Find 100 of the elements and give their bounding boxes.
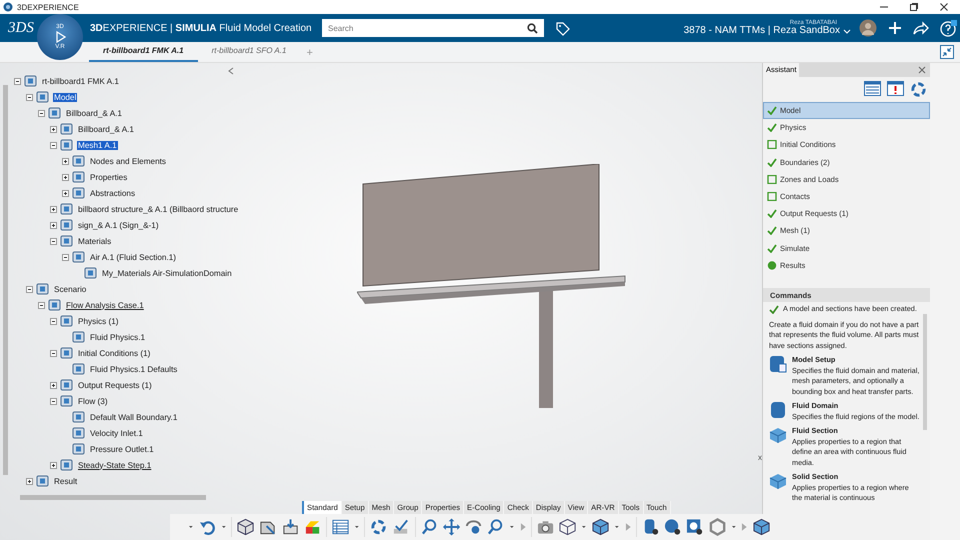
collapse-toggle[interactable] — [14, 78, 22, 84]
gear-icon[interactable] — [686, 518, 704, 536]
check-icon — [767, 158, 777, 167]
database-icon[interactable] — [642, 518, 660, 536]
expand-toggle[interactable] — [50, 206, 58, 212]
node-icon — [72, 427, 85, 439]
zoom-icon[interactable] — [420, 518, 438, 536]
window-title: 3DEXPERIENCE — [17, 2, 79, 12]
expand-toggle[interactable] — [62, 190, 70, 196]
tree-item[interactable]: Fluid Physics.1 Defaults — [89, 364, 178, 374]
search-icon[interactable] — [527, 23, 538, 34]
container-icon[interactable] — [769, 401, 787, 419]
warning-icon[interactable] — [887, 81, 904, 96]
document-tab[interactable]: rt-billboard1 SFO A.1 — [198, 46, 300, 62]
tree-item[interactable]: billbaord structure_& A.1 (Billbaord structure — [77, 204, 240, 214]
tree-item[interactable]: Nodes and Elements — [89, 156, 168, 166]
tree-item[interactable]: Physics (1) — [77, 316, 120, 326]
help-icon[interactable] — [940, 20, 957, 36]
scrollbar[interactable] — [20, 495, 206, 500]
dot-icon — [767, 260, 777, 270]
workspace-selector[interactable]: 3878 - NAM TTMs | Reza SandBox — [684, 26, 851, 36]
check-icon[interactable] — [392, 518, 410, 536]
tree-item[interactable]: Properties — [89, 172, 128, 182]
expand-toggle[interactable] — [62, 174, 70, 180]
tree-item[interactable]: Fluid Physics.1 — [89, 332, 146, 342]
maximize-icon[interactable] — [909, 2, 919, 12]
shaded-cube-icon[interactable] — [592, 518, 610, 536]
tree-item[interactable]: Abstractions — [89, 188, 136, 198]
expand-toggle[interactable] — [50, 222, 58, 228]
node-icon — [60, 235, 73, 247]
tree-item[interactable]: sign_& A.1 (Sign_&-1) — [77, 220, 160, 230]
expand-toggle[interactable] — [50, 382, 58, 388]
expand-toggle[interactable] — [26, 478, 34, 484]
collapse-toggle[interactable] — [26, 94, 34, 100]
collapse-toggle[interactable] — [62, 254, 70, 260]
collapse-toggle[interactable] — [26, 286, 34, 292]
move-arrows-icon[interactable] — [442, 518, 460, 536]
tree-item[interactable]: Billboard_& A.1 — [77, 124, 135, 134]
globe-icon[interactable] — [664, 518, 682, 536]
cycle-icon[interactable] — [910, 81, 927, 98]
node-icon — [72, 251, 85, 263]
tree-item[interactable]: Output Requests (1) — [77, 380, 153, 390]
node-icon — [60, 459, 73, 471]
cycle-icon[interactable] — [370, 518, 388, 536]
expand-toggle[interactable] — [50, 462, 58, 468]
tree-item[interactable]: rt-billboard1 FMK A.1 — [41, 76, 120, 86]
collapse-toggle[interactable] — [50, 142, 58, 148]
block-icon[interactable] — [769, 426, 787, 444]
tree-item[interactable]: Billboard_& A.1 — [65, 108, 123, 118]
collapse-toggle[interactable] — [50, 398, 58, 404]
tag-icon[interactable] — [555, 20, 570, 36]
tree-item[interactable]: Air A.1 (Fluid Section.1) — [89, 252, 178, 262]
rotate-icon[interactable] — [464, 518, 482, 536]
plus-icon[interactable] — [888, 21, 902, 35]
expand-toggle[interactable] — [62, 158, 70, 164]
tree-item[interactable]: Scenario — [53, 284, 88, 294]
collapse-icon[interactable] — [940, 45, 954, 59]
scrollbar[interactable] — [3, 85, 8, 475]
tree-item[interactable]: Steady-State Step.1 — [77, 460, 152, 470]
shaded-cube-icon[interactable] — [752, 518, 770, 536]
tree-item[interactable]: My_Materials Air-SimulationDomain — [101, 268, 233, 278]
block-icon[interactable] — [769, 472, 787, 490]
app-icon — [3, 2, 13, 12]
logo[interactable]: 3DS — [8, 20, 32, 36]
cube-icon[interactable] — [237, 518, 254, 536]
tree-item[interactable]: Flow (3) — [77, 396, 109, 406]
collapse-toggle[interactable] — [50, 350, 58, 356]
collapse-toggle[interactable] — [50, 318, 58, 324]
list-icon[interactable] — [864, 81, 881, 96]
tree-item[interactable]: Materials — [77, 236, 112, 246]
node-icon — [60, 139, 73, 151]
import-icon[interactable] — [282, 518, 299, 536]
node-icon — [60, 315, 73, 327]
tree-item[interactable]: Pressure Outlet.1 — [89, 444, 155, 454]
scrollbar[interactable] — [923, 314, 927, 430]
tree-item[interactable]: Mesh1 A.1 — [77, 140, 118, 150]
node-icon — [72, 155, 85, 167]
tree-item[interactable]: Flow Analysis Case.1 — [65, 300, 145, 310]
node-icon — [72, 363, 85, 375]
collapse-toggle[interactable] — [50, 238, 58, 244]
search-field[interactable]: Search — [322, 19, 544, 37]
hexagon-icon[interactable] — [708, 518, 726, 536]
chevron-left-icon[interactable] — [228, 67, 234, 75]
tree-item[interactable]: Initial Conditions (1) — [77, 348, 152, 358]
node-icon — [36, 475, 49, 487]
expand-toggle[interactable] — [50, 126, 58, 132]
tree-item[interactable]: Velocity Inlet.1 — [89, 428, 144, 438]
share-icon[interactable] — [913, 21, 929, 35]
wireframe-cube-icon[interactable] — [559, 518, 576, 536]
play-icon[interactable] — [54, 31, 66, 43]
avatar-icon[interactable] — [859, 19, 877, 37]
collapse-toggle[interactable] — [38, 110, 46, 116]
tree-item[interactable]: Default Wall Boundary.1 — [89, 412, 178, 422]
tree-item[interactable]: Result — [53, 476, 78, 486]
document-icon[interactable] — [769, 355, 787, 373]
app-title: 3DEXPERIENCE | SIMULIA Fluid Model Creation — [90, 22, 313, 34]
table-icon[interactable] — [332, 518, 349, 536]
collapse-toggle[interactable] — [38, 302, 46, 308]
close-icon[interactable] — [939, 2, 949, 12]
tree-item[interactable]: Model — [53, 92, 78, 102]
